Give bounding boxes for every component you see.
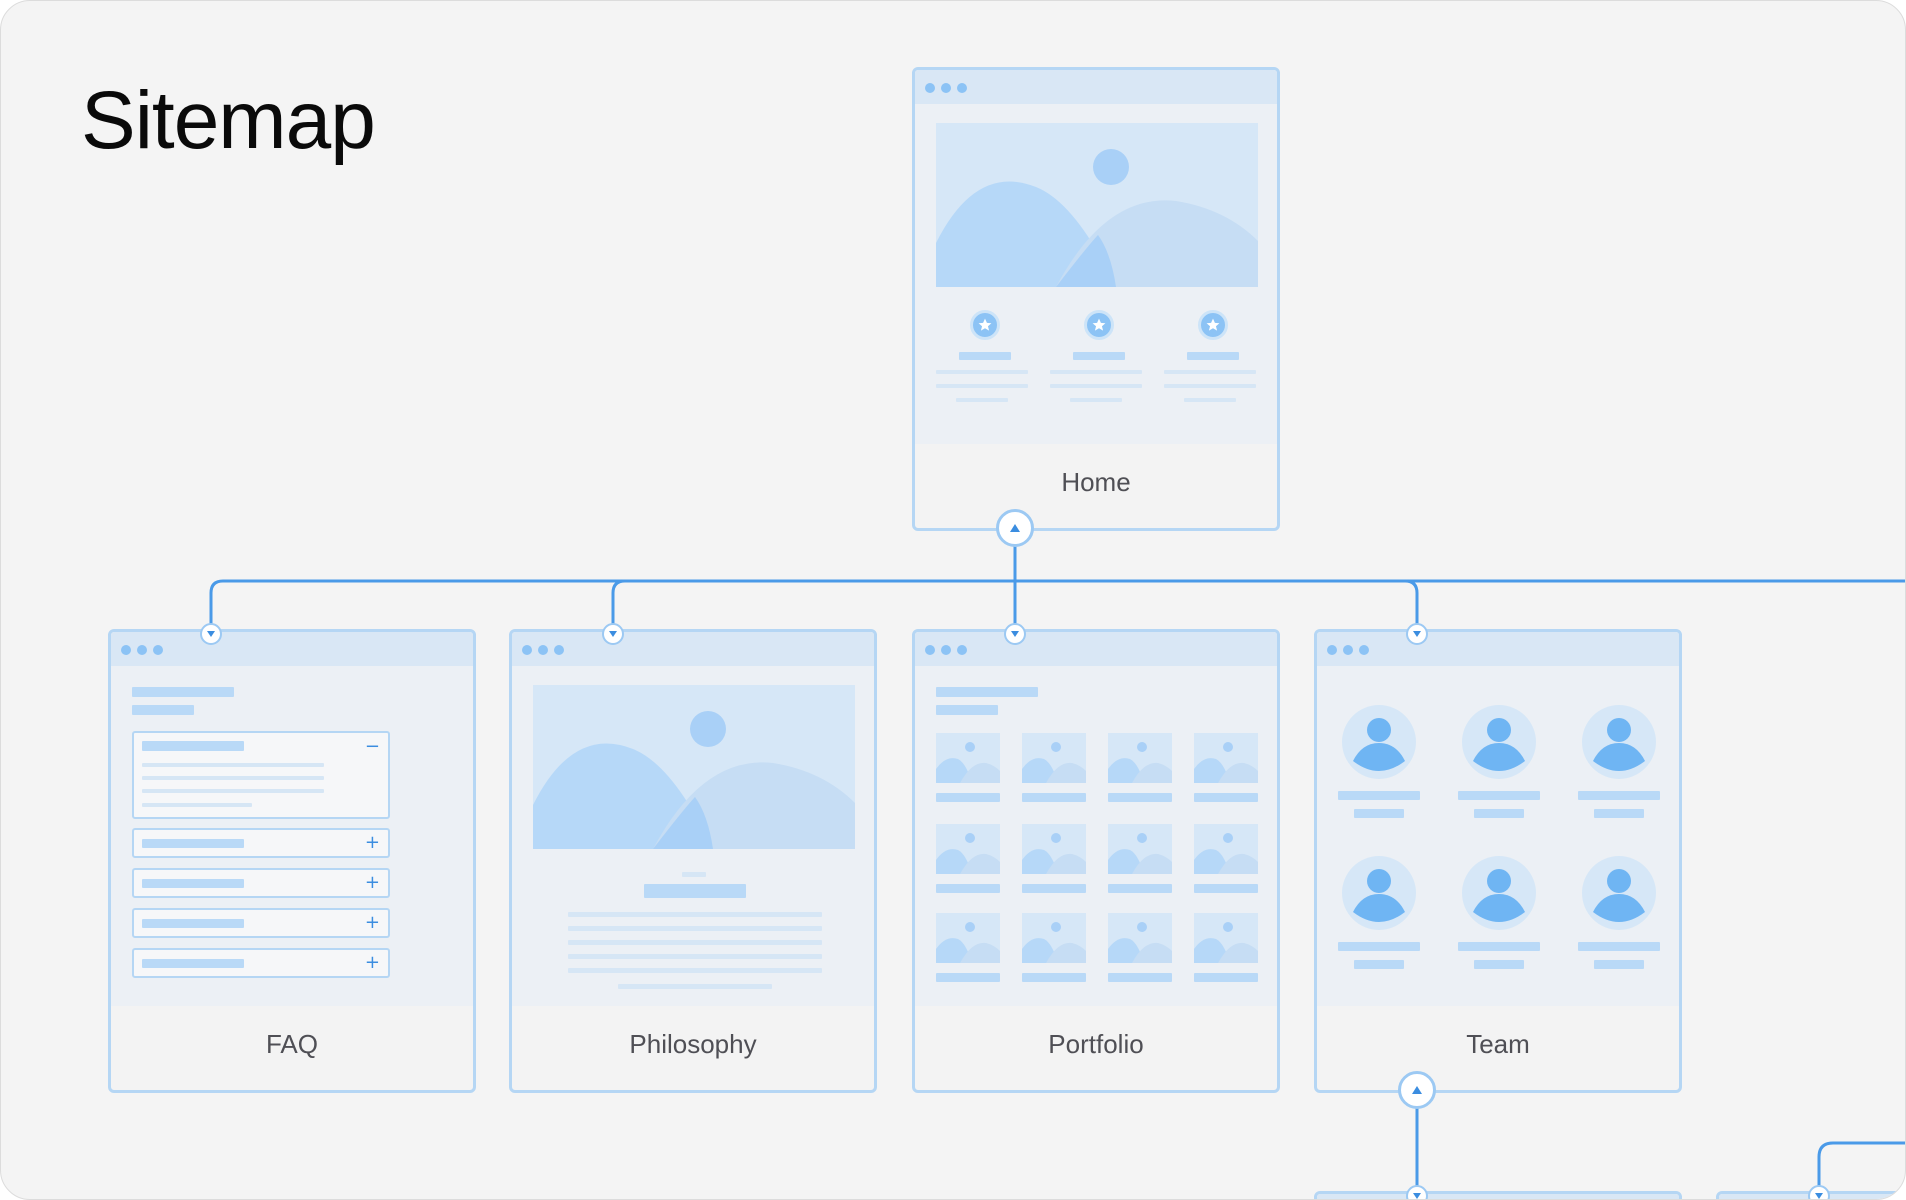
image-placeholder-icon: [936, 733, 1000, 783]
card-label-portfolio: Portfolio: [1048, 1029, 1144, 1059]
card-preview: − + + + +: [111, 666, 473, 1006]
expand-icon: +: [364, 872, 380, 893]
image-placeholder-icon: [1022, 913, 1086, 963]
expand-node-icon[interactable]: [1808, 1185, 1830, 1199]
accordion-item: +: [132, 828, 390, 858]
user-avatar-icon: [1342, 705, 1416, 779]
card-home[interactable]: Home: [912, 67, 1280, 531]
card-preview: [915, 104, 1277, 444]
card-label-faq: FAQ: [265, 1029, 318, 1059]
star-badge-icon: [1084, 310, 1114, 340]
card-portfolio[interactable]: Portfolio: [912, 629, 1280, 1093]
user-avatar-icon: [1342, 856, 1416, 930]
expand-node-icon[interactable]: [200, 623, 222, 645]
card-header: [915, 632, 1277, 666]
sitemap-canvas: Sitemap Home − + + + + FAQ Philosophy Po…: [0, 0, 1906, 1200]
expand-icon: +: [364, 832, 380, 853]
window-dots-icon: [1327, 645, 1369, 655]
expand-icon: +: [364, 952, 380, 973]
card-header: [1317, 632, 1679, 666]
card-philosophy[interactable]: Philosophy: [509, 629, 877, 1093]
card-faq[interactable]: − + + + + FAQ: [108, 629, 476, 1093]
user-avatar-icon: [1582, 856, 1656, 930]
user-avatar-icon: [1462, 856, 1536, 930]
window-dots-icon: [522, 645, 564, 655]
user-avatar-icon: [1582, 705, 1656, 779]
collapse-node-icon[interactable]: [1398, 1071, 1436, 1109]
card-header: [512, 632, 874, 666]
accordion-item: +: [132, 868, 390, 898]
card-header: [111, 632, 473, 666]
image-placeholder-icon: [936, 913, 1000, 963]
card-preview: [915, 666, 1277, 1006]
window-dots-icon: [925, 645, 967, 655]
window-dots-icon: [925, 83, 967, 93]
page-title: Sitemap: [81, 75, 376, 166]
star-badge-icon: [970, 310, 1000, 340]
image-placeholder-icon: [533, 685, 855, 849]
card-team[interactable]: Team: [1314, 629, 1682, 1093]
card-preview: [512, 666, 874, 1006]
image-placeholder-icon: [936, 123, 1258, 287]
card-preview: [1317, 666, 1679, 1006]
image-placeholder-icon: [1108, 913, 1172, 963]
image-placeholder-icon: [1022, 824, 1086, 874]
image-placeholder-icon: [1108, 824, 1172, 874]
card-header: [1317, 1194, 1679, 1199]
card-header: [915, 70, 1277, 104]
card-partial[interactable]: [1314, 1191, 1682, 1199]
accordion-item: +: [132, 948, 390, 978]
card-label-philosophy: Philosophy: [629, 1029, 757, 1059]
accordion-item: +: [132, 908, 390, 938]
image-placeholder-icon: [1022, 733, 1086, 783]
collapse-node-icon[interactable]: [996, 509, 1034, 547]
image-placeholder-icon: [1108, 733, 1172, 783]
expand-node-icon[interactable]: [1406, 623, 1428, 645]
collapse-icon: −: [364, 736, 380, 757]
image-placeholder-icon: [936, 824, 1000, 874]
image-placeholder-icon: [1194, 824, 1258, 874]
image-placeholder-icon: [1194, 733, 1258, 783]
star-badge-icon: [1198, 310, 1228, 340]
image-placeholder-icon: [1194, 913, 1258, 963]
user-avatar-icon: [1462, 705, 1536, 779]
expand-node-icon[interactable]: [1004, 623, 1026, 645]
accordion-item-expanded: −: [132, 731, 390, 819]
expand-node-icon[interactable]: [602, 623, 624, 645]
card-label-team: Team: [1466, 1029, 1530, 1059]
expand-node-icon[interactable]: [1406, 1185, 1428, 1199]
window-dots-icon: [121, 645, 163, 655]
expand-icon: +: [364, 912, 380, 933]
card-label-home: Home: [1061, 467, 1131, 497]
